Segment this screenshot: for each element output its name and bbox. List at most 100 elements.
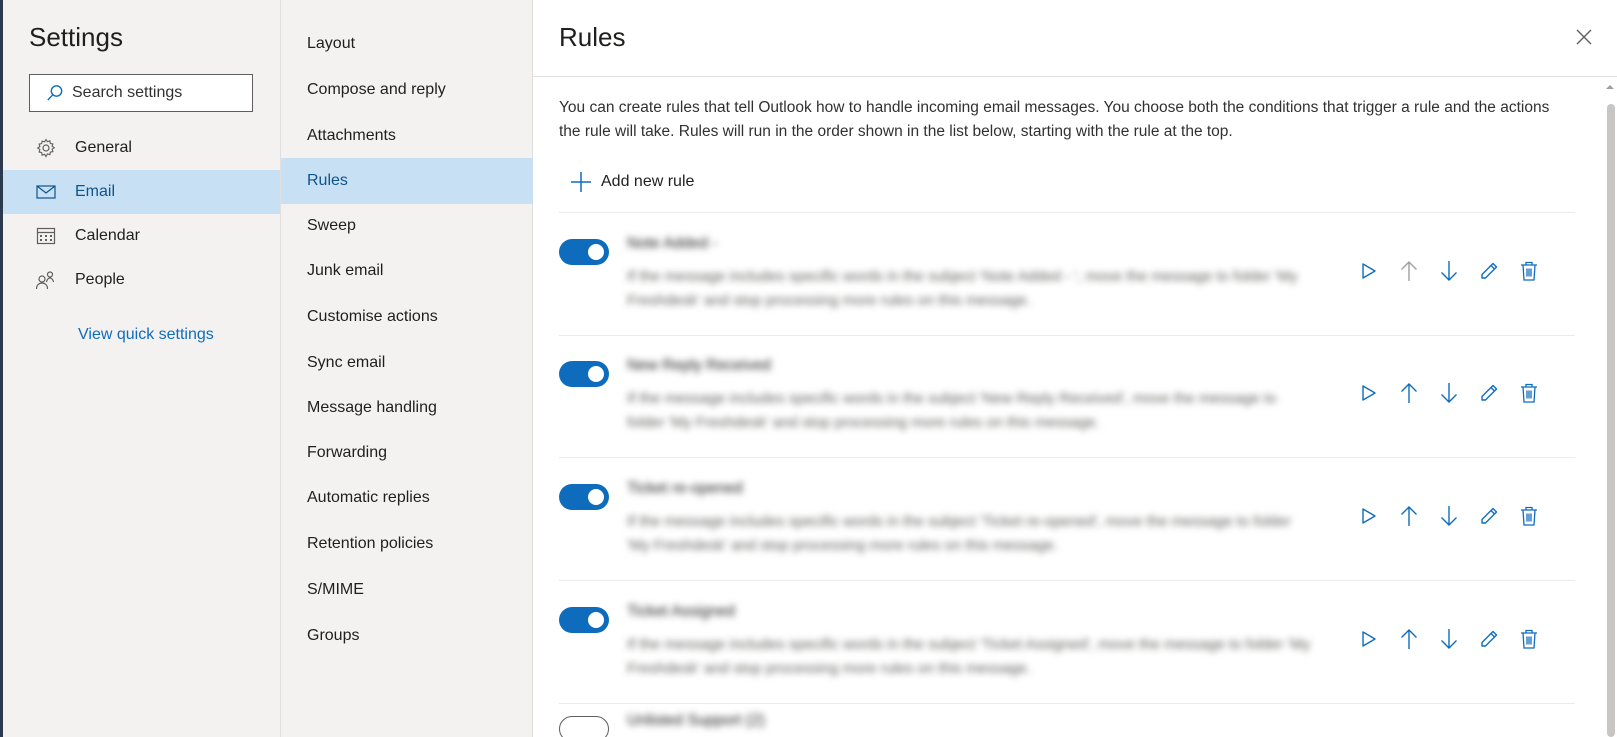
rule-actions bbox=[1349, 502, 1549, 530]
nav-calendar-label: Calendar bbox=[75, 227, 140, 244]
nav-retention-policies[interactable]: Retention policies bbox=[281, 521, 533, 567]
toggle-knob bbox=[588, 489, 604, 505]
move-up-icon[interactable] bbox=[1389, 257, 1429, 285]
rule-row: Note Added - If the message includes spe… bbox=[559, 213, 1575, 336]
move-up-icon[interactable] bbox=[1389, 379, 1429, 407]
page-title: Rules bbox=[559, 22, 626, 52]
move-down-icon[interactable] bbox=[1429, 379, 1469, 407]
rule-name: New Reply Received bbox=[627, 357, 771, 374]
move-down-icon[interactable] bbox=[1429, 257, 1469, 285]
move-up-icon[interactable] bbox=[1389, 502, 1429, 530]
nav-sweep[interactable]: Sweep bbox=[281, 203, 533, 249]
edit-pencil-icon[interactable] bbox=[1469, 502, 1509, 530]
rule-enabled-toggle[interactable] bbox=[559, 361, 609, 387]
nav-attachments[interactable]: Attachments bbox=[281, 113, 533, 159]
nav-people[interactable]: People bbox=[3, 258, 280, 302]
nav-attachments-label: Attachments bbox=[307, 127, 396, 144]
mail-icon bbox=[31, 184, 61, 200]
nav-sweep-label: Sweep bbox=[307, 217, 356, 234]
settings-title: Settings bbox=[29, 22, 123, 52]
add-new-rule-button[interactable]: Add new rule bbox=[569, 170, 694, 194]
rule-enabled-toggle[interactable] bbox=[559, 716, 609, 737]
run-rule-icon[interactable] bbox=[1349, 625, 1389, 653]
delete-trash-icon[interactable] bbox=[1509, 502, 1549, 530]
nav-sync-email-label: Sync email bbox=[307, 354, 386, 371]
rule-enabled-toggle[interactable] bbox=[559, 484, 609, 510]
nav-email[interactable]: Email bbox=[3, 170, 280, 214]
rules-description: You can create rules that tell Outlook h… bbox=[559, 99, 1550, 140]
rule-actions bbox=[1349, 379, 1549, 407]
nav-calendar[interactable]: Calendar bbox=[3, 214, 280, 258]
header-divider bbox=[533, 76, 1617, 77]
nav-customise-actions[interactable]: Customise actions bbox=[281, 294, 533, 340]
nav-customise-actions-label: Customise actions bbox=[307, 308, 438, 325]
nav-rules[interactable]: Rules bbox=[281, 158, 533, 204]
rule-name: Note Added - bbox=[627, 235, 718, 252]
view-quick-settings-link[interactable]: View quick settings bbox=[78, 326, 214, 344]
rule-name: Ticket re-opened bbox=[627, 480, 743, 497]
scroll-up-arrow-icon[interactable] bbox=[1605, 82, 1615, 92]
rule-row: Ticket Assigned If the message includes … bbox=[559, 581, 1575, 704]
move-down-icon[interactable] bbox=[1429, 625, 1469, 653]
settings-window: Settings Search settings General Email C… bbox=[0, 0, 1617, 737]
nav-forwarding-label: Forwarding bbox=[307, 444, 388, 461]
nav-forwarding[interactable]: Forwarding bbox=[281, 430, 533, 476]
nav-rules-label: Rules bbox=[307, 172, 348, 189]
toggle-knob bbox=[588, 366, 604, 382]
email-settings-nav: Layout Compose and reply Attachments Rul… bbox=[280, 0, 533, 737]
rule-actions bbox=[1349, 625, 1549, 653]
rule-description: If the message includes specific words i… bbox=[627, 390, 1277, 431]
rule-description: If the message includes specific words i… bbox=[627, 513, 1291, 554]
nav-email-label: Email bbox=[75, 183, 116, 200]
nav-general[interactable]: General bbox=[3, 126, 280, 170]
nav-groups[interactable]: Groups bbox=[281, 613, 533, 659]
plus-icon bbox=[569, 170, 593, 194]
toggle-knob bbox=[588, 612, 604, 628]
nav-message-handling-label: Message handling bbox=[307, 399, 437, 416]
nav-layout-label: Layout bbox=[307, 35, 356, 52]
nav-groups-label: Groups bbox=[307, 627, 360, 644]
rule-name: Ticket Assigned bbox=[627, 603, 735, 620]
rule-row: Unlisted Support (2) bbox=[559, 702, 1575, 737]
nav-compose-and-reply[interactable]: Compose and reply bbox=[281, 67, 533, 113]
nav-compose-and-reply-label: Compose and reply bbox=[307, 81, 446, 98]
rule-enabled-toggle[interactable] bbox=[559, 239, 609, 265]
delete-trash-icon[interactable] bbox=[1509, 257, 1549, 285]
scrollbar-thumb[interactable] bbox=[1607, 104, 1615, 737]
rule-row: New Reply Received If the message includ… bbox=[559, 335, 1575, 458]
settings-sidebar: Settings Search settings General Email C… bbox=[3, 0, 280, 737]
run-rule-icon[interactable] bbox=[1349, 257, 1389, 285]
nav-smime[interactable]: S/MIME bbox=[281, 567, 533, 613]
gear-icon bbox=[31, 138, 61, 158]
edit-pencil-icon[interactable] bbox=[1469, 257, 1509, 285]
nav-general-label: General bbox=[75, 139, 132, 156]
nav-junk-email-label: Junk email bbox=[307, 262, 384, 279]
rule-row: Ticket re-opened If the message includes… bbox=[559, 458, 1575, 581]
close-button[interactable] bbox=[1569, 22, 1599, 52]
rule-name: Unlisted Support (2) bbox=[627, 712, 765, 729]
nav-layout[interactable]: Layout bbox=[281, 21, 533, 67]
run-rule-icon[interactable] bbox=[1349, 502, 1389, 530]
move-down-icon[interactable] bbox=[1429, 502, 1469, 530]
nav-people-label: People bbox=[75, 271, 125, 288]
nav-junk-email[interactable]: Junk email bbox=[281, 248, 533, 294]
calendar-icon bbox=[31, 226, 61, 246]
people-icon bbox=[31, 270, 61, 290]
delete-trash-icon[interactable] bbox=[1509, 379, 1549, 407]
move-up-icon[interactable] bbox=[1389, 625, 1429, 653]
search-settings-input[interactable]: Search settings bbox=[29, 74, 253, 112]
rule-actions bbox=[1349, 257, 1549, 285]
rule-description: If the message includes specific words i… bbox=[627, 636, 1311, 677]
delete-trash-icon[interactable] bbox=[1509, 625, 1549, 653]
nav-sync-email[interactable]: Sync email bbox=[281, 340, 533, 386]
rule-enabled-toggle[interactable] bbox=[559, 607, 609, 633]
nav-message-handling[interactable]: Message handling bbox=[281, 385, 533, 431]
search-icon bbox=[40, 75, 70, 111]
close-icon bbox=[1576, 29, 1592, 45]
edit-pencil-icon[interactable] bbox=[1469, 625, 1509, 653]
nav-automatic-replies[interactable]: Automatic replies bbox=[281, 475, 533, 521]
run-rule-icon[interactable] bbox=[1349, 379, 1389, 407]
edit-pencil-icon[interactable] bbox=[1469, 379, 1509, 407]
add-new-rule-label: Add new rule bbox=[601, 173, 695, 190]
rule-description: If the message includes specific words i… bbox=[627, 268, 1298, 309]
